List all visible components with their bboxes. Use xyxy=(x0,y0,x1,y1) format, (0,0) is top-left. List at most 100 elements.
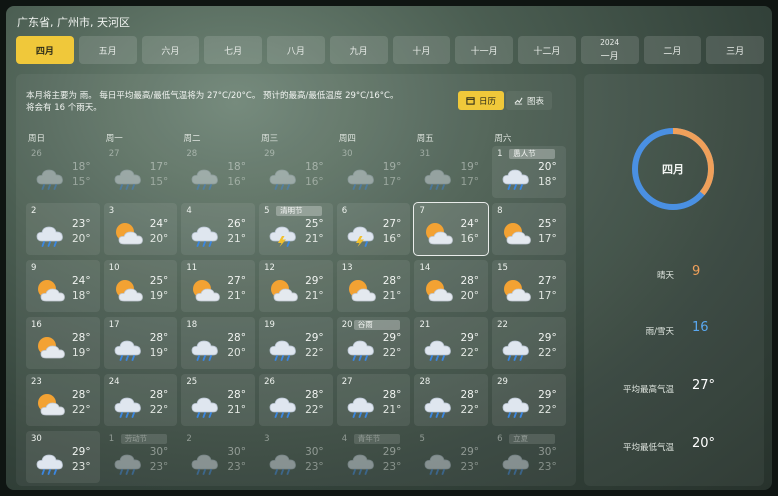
month-tab-2[interactable]: 六月 xyxy=(141,36,200,64)
low-temp: 22° xyxy=(460,404,480,416)
stat-row: 雨/雪天 16 xyxy=(584,320,764,340)
day-cell[interactable]: 11 27° 21° xyxy=(181,260,256,312)
low-temp: 16° xyxy=(460,233,480,245)
month-tab-0[interactable]: 四月 xyxy=(16,36,74,64)
calendar-view-button[interactable]: 日历 xyxy=(458,91,505,110)
day-cell[interactable]: 29 29° 22° xyxy=(492,374,566,426)
high-temp: 27° xyxy=(538,275,557,287)
day-cell[interactable]: 14 28° 20° xyxy=(414,260,489,312)
day-number: 1 xyxy=(497,149,503,159)
low-temp: 23° xyxy=(72,461,91,473)
month-tab-11[interactable]: 三月 xyxy=(706,36,764,64)
day-cell[interactable]: 5 29° 23° xyxy=(414,431,488,483)
day-cell[interactable]: 1 劳动节 30° 23° xyxy=(104,431,178,483)
month-tab-3[interactable]: 七月 xyxy=(204,36,262,64)
day-number: 24 xyxy=(108,377,120,387)
high-temp: 26° xyxy=(227,218,246,230)
day-cell[interactable]: 8 25° 17° xyxy=(492,203,566,255)
day-cell[interactable]: 18 28° 20° xyxy=(181,317,256,369)
day-cell[interactable]: 10 25° 19° xyxy=(103,260,178,312)
day-cell[interactable]: 25 28° 21° xyxy=(181,374,256,426)
day-cell[interactable]: 3 30° 23° xyxy=(259,431,333,483)
stat-row: 平均最低气温 20° xyxy=(584,436,764,456)
stat-value: 20° xyxy=(692,436,716,451)
day-cell[interactable]: 9 24° 18° xyxy=(26,260,100,312)
day-cell[interactable]: 20 谷雨 29° 22° xyxy=(336,317,411,369)
day-cell[interactable]: 13 28° 21° xyxy=(336,260,411,312)
day-cell[interactable]: 28 28° 22° xyxy=(414,374,489,426)
day-cell[interactable]: 4 26° 21° xyxy=(181,203,256,255)
day-cell[interactable]: 31 19° 17° xyxy=(414,146,488,198)
sun-cloud-icon xyxy=(500,276,532,304)
day-cell[interactable]: 2 30° 23° xyxy=(181,431,255,483)
day-cell[interactable]: 30 19° 17° xyxy=(337,146,411,198)
day-cell[interactable]: 19 29° 22° xyxy=(259,317,333,369)
day-cell[interactable]: 28 18° 16° xyxy=(181,146,255,198)
month-tab-label: 三月 xyxy=(726,46,745,57)
view-toggle: 日历 图表 xyxy=(458,91,553,110)
day-cell[interactable]: 22 29° 22° xyxy=(492,317,566,369)
day-number: 5 xyxy=(419,434,425,444)
chart-view-button[interactable]: 图表 xyxy=(506,91,553,110)
high-temp: 29° xyxy=(305,275,324,287)
low-temp: 23° xyxy=(460,461,480,473)
day-cell[interactable]: 1 愚人节 20° 18° xyxy=(492,146,566,198)
low-temp: 22° xyxy=(538,347,557,359)
day-number: 23 xyxy=(31,377,42,387)
high-temp: 19° xyxy=(382,161,402,173)
weekday-label: 周六 xyxy=(494,134,512,144)
day-number: 3 xyxy=(108,206,115,216)
low-temp: 20° xyxy=(227,347,246,359)
day-cell[interactable]: 12 29° 21° xyxy=(259,260,333,312)
month-tab-7[interactable]: 十一月 xyxy=(455,36,513,64)
high-temp: 19° xyxy=(460,161,480,173)
day-cell[interactable]: 7 24° 16° xyxy=(413,202,490,256)
month-tab-10[interactable]: 二月 xyxy=(643,36,702,64)
month-tab-label: 十一月 xyxy=(470,46,498,57)
high-temp: 30° xyxy=(227,446,246,458)
low-temp: 17° xyxy=(538,233,557,245)
day-cell[interactable]: 6 27° 16° xyxy=(336,203,411,255)
day-cell[interactable]: 2 23° 20° xyxy=(26,203,100,255)
day-cell[interactable]: 26 18° 15° xyxy=(26,146,100,198)
month-tab-4[interactable]: 八月 xyxy=(267,36,325,64)
sun-cloud-icon xyxy=(34,276,66,304)
month-tab-label: 十月 xyxy=(412,46,431,57)
month-tab-9[interactable]: 2024 一月 xyxy=(580,36,639,64)
day-cell[interactable]: 29 18° 16° xyxy=(259,146,333,198)
day-cell[interactable]: 3 24° 20° xyxy=(103,203,178,255)
cloud-rain-icon xyxy=(112,333,144,361)
stat-value: 16 xyxy=(692,320,709,335)
day-cell[interactable]: 15 27° 17° xyxy=(492,260,566,312)
day-cell[interactable]: 24 28° 22° xyxy=(103,374,178,426)
low-temp: 22° xyxy=(305,404,324,416)
day-cell[interactable]: 27 17° 15° xyxy=(104,146,178,198)
high-temp: 29° xyxy=(460,332,480,344)
cloud-rain-icon xyxy=(345,447,377,475)
high-temp: 18° xyxy=(305,161,324,173)
sun-cloud-icon xyxy=(34,333,66,361)
day-cell[interactable]: 23 28° 22° xyxy=(26,374,100,426)
day-cell[interactable]: 21 29° 22° xyxy=(414,317,489,369)
day-cell[interactable]: 27 28° 21° xyxy=(336,374,411,426)
day-cell[interactable]: 4 青年节 29° 23° xyxy=(337,431,411,483)
low-temp: 16° xyxy=(227,176,246,188)
cloud-rain-icon xyxy=(189,219,221,247)
day-cell[interactable]: 26 28° 22° xyxy=(259,374,333,426)
month-tab-5[interactable]: 九月 xyxy=(329,36,388,64)
high-temp: 25° xyxy=(538,218,557,230)
cloud-rain-icon xyxy=(112,447,144,475)
day-number: 21 xyxy=(419,320,431,330)
cloud-rain-icon xyxy=(34,162,66,190)
month-tab-8[interactable]: 十二月 xyxy=(518,36,576,64)
month-tab-1[interactable]: 五月 xyxy=(78,36,137,64)
month-tab-6[interactable]: 十月 xyxy=(392,36,451,64)
day-cell[interactable]: 30 29° 23° xyxy=(26,431,100,483)
day-number: 31 xyxy=(419,149,431,159)
cloud-rain-icon xyxy=(267,390,299,418)
day-cell[interactable]: 6 立夏 30° 23° xyxy=(492,431,566,483)
day-cell[interactable]: 17 28° 19° xyxy=(103,317,178,369)
festival-badge: 清明节 xyxy=(276,206,323,216)
day-cell[interactable]: 16 28° 19° xyxy=(26,317,100,369)
day-cell[interactable]: 5 清明节 25° 21° xyxy=(259,203,333,255)
